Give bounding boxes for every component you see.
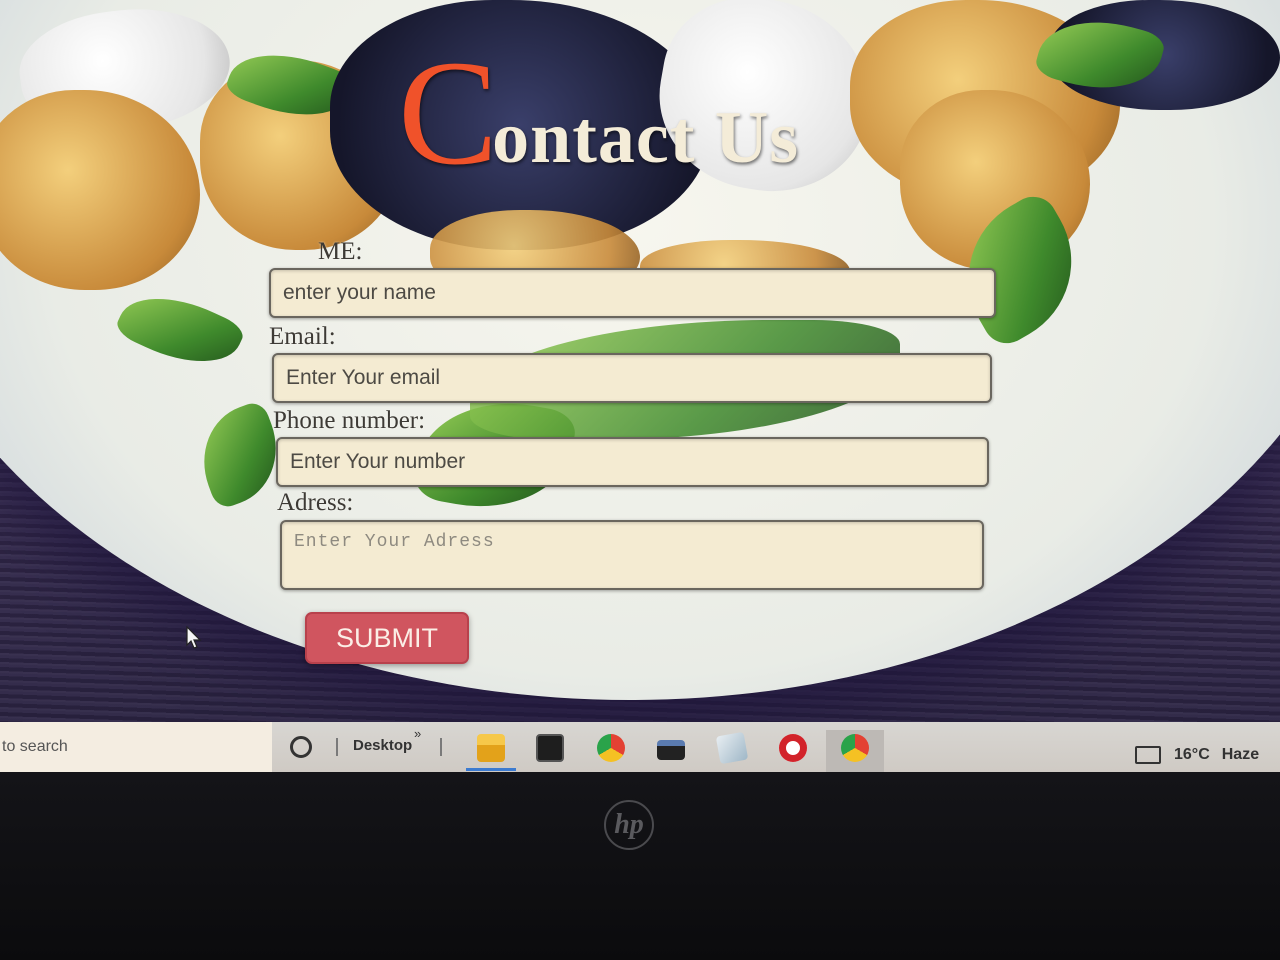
hp-logo: hp bbox=[604, 800, 654, 850]
taskbar-separator bbox=[336, 738, 338, 756]
chrome-profile-icon[interactable] bbox=[841, 734, 869, 762]
email-input[interactable]: Enter Your email bbox=[272, 353, 992, 403]
mouse-cursor-icon bbox=[186, 626, 202, 649]
toolbar-overflow-chevron-icon[interactable]: » bbox=[414, 726, 421, 741]
chrome-icon[interactable] bbox=[597, 734, 625, 762]
address-label: Adress: bbox=[277, 489, 354, 516]
weather-temperature: 16°C bbox=[1174, 746, 1210, 763]
terminal-icon[interactable] bbox=[536, 734, 564, 762]
submit-button[interactable]: SUBMIT bbox=[305, 612, 469, 664]
opera-icon[interactable] bbox=[779, 734, 807, 762]
taskbar: to search bbox=[0, 722, 1280, 772]
address-textarea[interactable]: Enter Your Adress bbox=[280, 520, 984, 590]
name-label: ME: bbox=[318, 238, 363, 265]
email-label: Email: bbox=[269, 323, 336, 350]
browser-viewport: Contact Us ME: enter your name Email: En… bbox=[0, 0, 1280, 772]
taskbar-strip bbox=[272, 722, 1280, 772]
active-app-indicator bbox=[466, 768, 516, 771]
weather-condition: Haze bbox=[1221, 746, 1260, 763]
file-explorer-icon[interactable] bbox=[477, 734, 505, 762]
notes-icon[interactable] bbox=[715, 731, 749, 765]
phone-label: Phone number: bbox=[273, 407, 426, 434]
contact-page: Contact Us ME: enter your name Email: En… bbox=[0, 0, 1280, 772]
phone-input[interactable]: Enter Your number bbox=[276, 437, 989, 487]
name-input[interactable]: enter your name bbox=[269, 268, 996, 318]
page-title: Contact Us bbox=[398, 38, 805, 188]
taskbar-search-box[interactable]: to search bbox=[0, 722, 272, 772]
taskbar-separator bbox=[440, 738, 442, 756]
title-rest: ontact Us bbox=[492, 97, 800, 179]
laptop-bezel bbox=[0, 772, 1280, 960]
app-icon[interactable] bbox=[657, 740, 685, 760]
title-first-letter: C bbox=[398, 30, 499, 196]
weather-widget[interactable]: 16°C Haze bbox=[1174, 746, 1259, 764]
cortana-icon[interactable] bbox=[290, 736, 312, 758]
desktop-toolbar-label[interactable]: Desktop bbox=[353, 737, 412, 754]
weather-news-icon[interactable] bbox=[1135, 746, 1161, 764]
